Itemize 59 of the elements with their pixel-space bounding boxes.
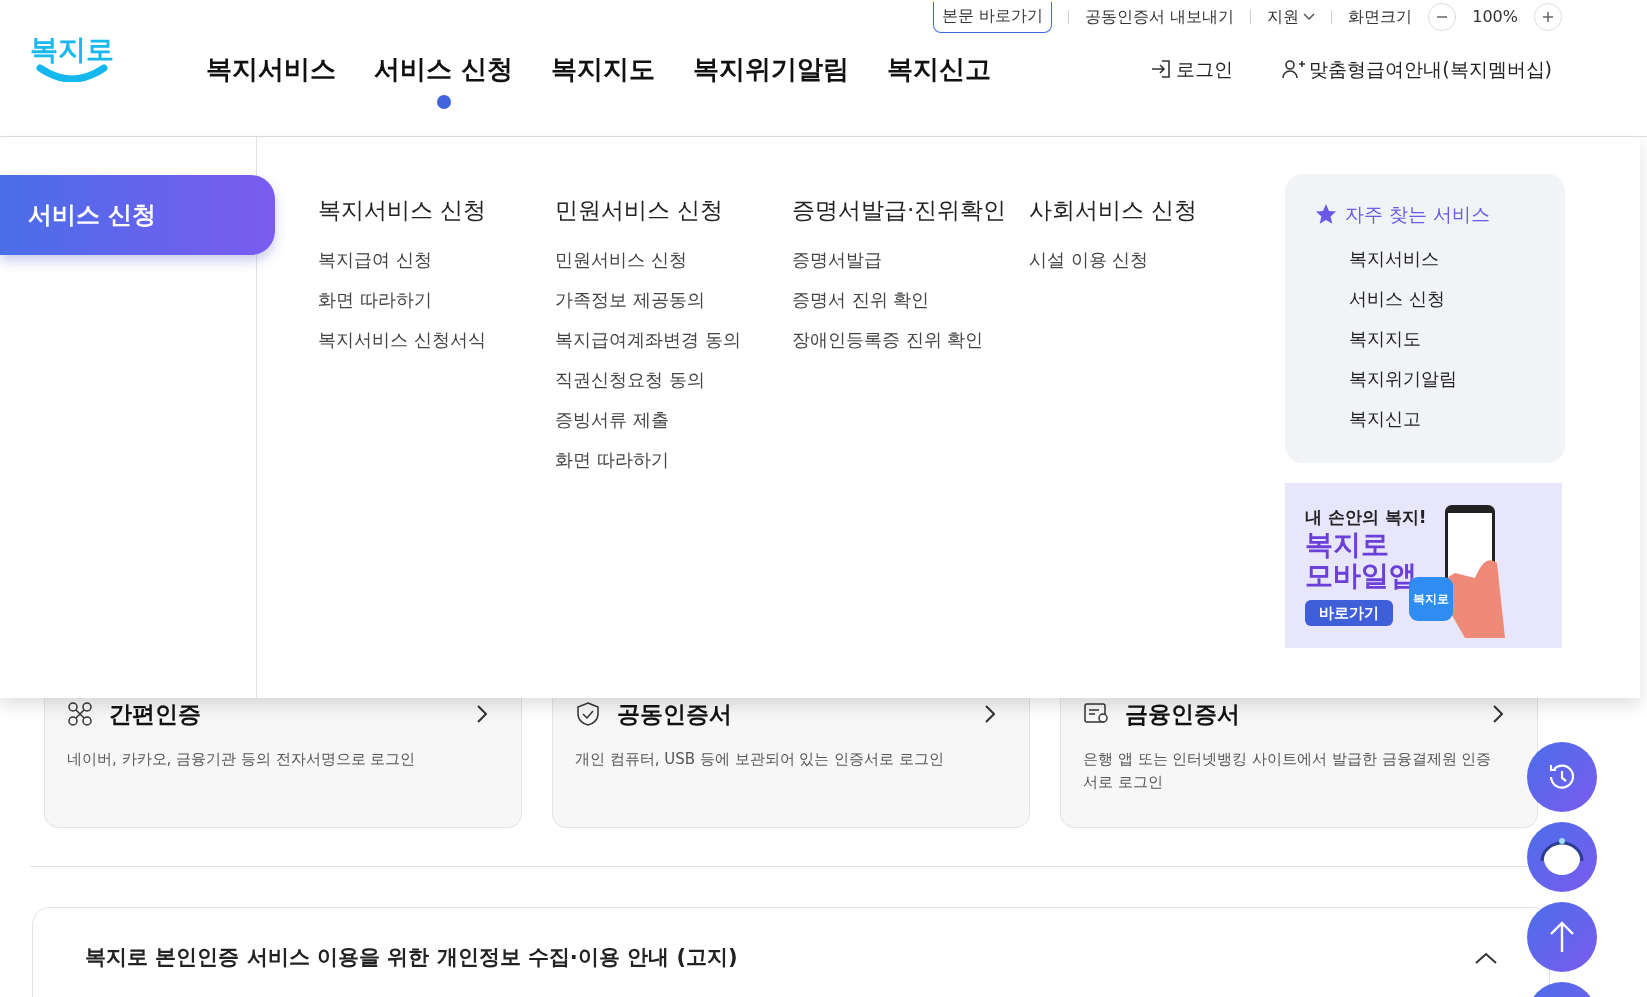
menu-link[interactable]: 가족정보 제공동의	[555, 285, 792, 326]
user-plus-icon	[1281, 58, 1306, 80]
menu-link[interactable]: 복지서비스 신청서식	[318, 325, 555, 366]
notice-title: 복지로 본인인증 서비스 이용을 위한 개인정보 수집·이용 안내 (고지)	[85, 944, 738, 971]
chevron-up-icon[interactable]	[1475, 951, 1497, 964]
card-title: 공동인증서	[617, 700, 732, 729]
zoom-value: 100%	[1472, 6, 1518, 28]
chevron-right-icon	[477, 705, 487, 724]
nav-tab[interactable]: 복지지도	[551, 27, 656, 111]
menu-link[interactable]: 장애인등록증 진위 확인	[792, 325, 1029, 366]
login-icon	[1150, 58, 1173, 80]
card-title: 금융인증서	[1125, 700, 1240, 729]
menu-title: 서비스 신청	[0, 175, 275, 255]
favorite-link[interactable]: 복지신고	[1315, 404, 1535, 445]
banner-button[interactable]: 바로가기	[1305, 599, 1393, 627]
favorite-link[interactable]: 서비스 신청	[1315, 284, 1535, 325]
nodes-icon	[67, 701, 93, 728]
nav-tab[interactable]: 복지위기알림	[693, 27, 850, 111]
membership-link[interactable]: 맞춤형급여안내(복지멤버십)	[1281, 54, 1552, 84]
menu-link[interactable]: 직권신청요청 동의	[555, 365, 792, 406]
menu-link[interactable]: 시설 이용 신청	[1029, 245, 1266, 286]
card-description: 개인 컴퓨터, USB 등에 보관되어 있는 인증서로 로그인	[575, 748, 945, 770]
favorite-link[interactable]: 복지지도	[1315, 324, 1535, 365]
banner-kicker: 내 손안의 복지!	[1305, 505, 1427, 529]
menu-heading: 민원서비스 신청	[555, 196, 725, 225]
favorite-link[interactable]: 복지위기알림	[1315, 364, 1535, 405]
card-description: 은행 앱 또는 인터넷뱅킹 사이트에서 발급한 금융결제원 인증서로 로그인	[1083, 748, 1493, 793]
menu-link[interactable]: 증빙서류 제출	[555, 405, 792, 446]
menu-link[interactable]: 증명서 진위 확인	[792, 285, 1029, 326]
favorites-title: 자주 찾는 서비스	[1345, 202, 1491, 227]
menu-link[interactable]: 민원서비스 신청	[555, 245, 792, 286]
login-link[interactable]: 로그인	[1150, 54, 1234, 84]
menu-link[interactable]: 복지급여계좌변경 동의	[555, 325, 792, 366]
zoom-out-button[interactable]	[1428, 3, 1457, 31]
menu-heading: 사회서비스 신청	[1029, 196, 1199, 225]
menu-link[interactable]: 화면 따라하기	[555, 445, 792, 486]
export-link[interactable]: 공동인증서 내보내기	[1085, 5, 1235, 29]
menu-link[interactable]: 증명서발급	[792, 245, 1029, 286]
support-menu[interactable]: 지원	[1267, 5, 1316, 29]
menu-link[interactable]: 복지급여 신청	[318, 245, 555, 286]
chevron-right-icon	[1493, 705, 1503, 724]
card-title: 간편인증	[109, 700, 201, 729]
menu-link[interactable]: 화면 따라하기	[318, 285, 555, 326]
menu-heading: 복지서비스 신청	[318, 196, 488, 225]
skip-link[interactable]: 본문 바로가기	[933, 1, 1053, 33]
nav-tab[interactable]: 복지서비스	[206, 27, 336, 111]
shield-check-icon	[575, 701, 601, 728]
chevron-right-icon	[985, 705, 995, 724]
card-description: 네이버, 카카오, 금융기관 등의 전자서명으로 로그인	[67, 748, 417, 770]
arrow-up-icon	[1549, 920, 1575, 954]
nav-tab[interactable]: 서비스 신청	[374, 27, 514, 111]
zoom-label: 화면크기	[1348, 6, 1413, 28]
zoom-in-button[interactable]	[1534, 3, 1562, 31]
favorite-link[interactable]: 복지서비스	[1315, 244, 1535, 285]
plus-icon	[1542, 11, 1554, 23]
star-icon	[1315, 203, 1337, 226]
chevron-down-icon	[1303, 13, 1316, 21]
banner-headline: 복지로	[1305, 530, 1390, 561]
menu-heading: 증명서발급·진위확인	[792, 196, 1008, 225]
